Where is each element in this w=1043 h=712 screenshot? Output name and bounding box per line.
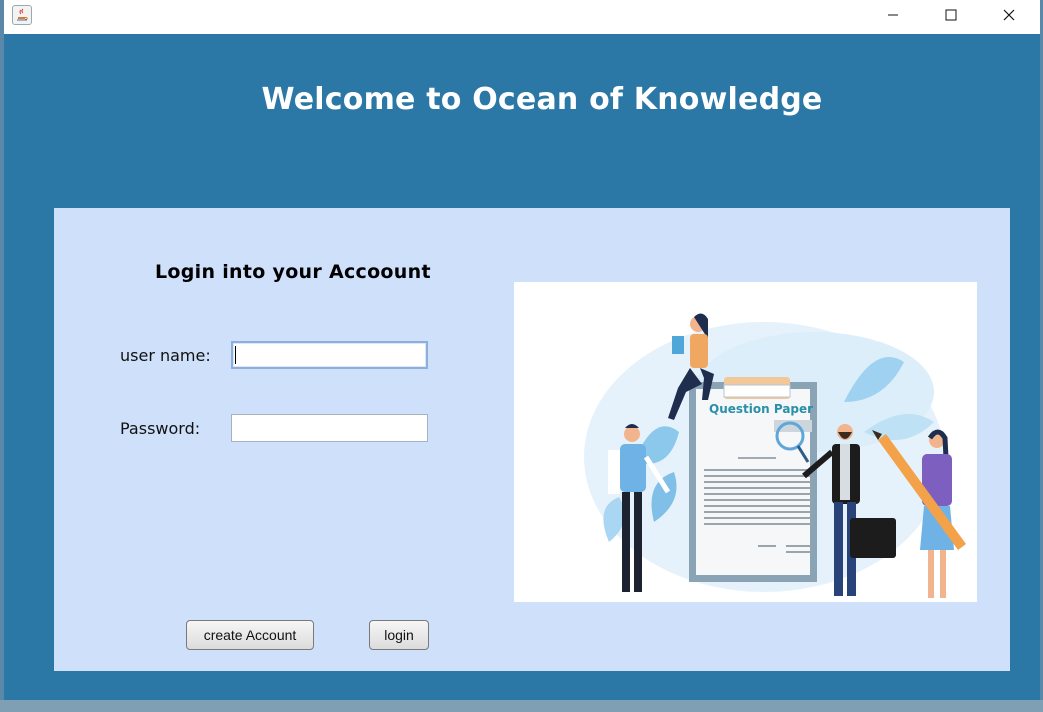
maximize-icon [945, 9, 957, 21]
create-account-button[interactable]: create Account [186, 620, 314, 650]
title-bar [4, 0, 1040, 34]
java-app-icon [12, 5, 32, 25]
close-icon [1003, 9, 1015, 21]
close-button[interactable] [986, 0, 1032, 30]
username-input[interactable] [231, 341, 428, 369]
app-window: Welcome to Ocean of Knowledge Login into… [4, 0, 1040, 712]
illustration-caption: Question Paper [709, 402, 814, 416]
minimize-icon [888, 14, 898, 16]
question-paper-illustration: Question Paper [514, 282, 977, 602]
login-panel: Login into your Accoount user name: Pass… [54, 208, 1010, 671]
password-input[interactable] [231, 414, 428, 442]
minimize-button[interactable] [870, 0, 916, 30]
login-button[interactable]: login [369, 620, 429, 650]
taskbar-strip [0, 700, 1043, 712]
login-heading: Login into your Accoount [155, 261, 431, 283]
maximize-button[interactable] [928, 0, 974, 30]
password-label: Password: [120, 419, 201, 438]
page-title: Welcome to Ocean of Knowledge [261, 82, 823, 117]
username-label: user name: [120, 346, 211, 365]
text-caret [235, 346, 236, 364]
